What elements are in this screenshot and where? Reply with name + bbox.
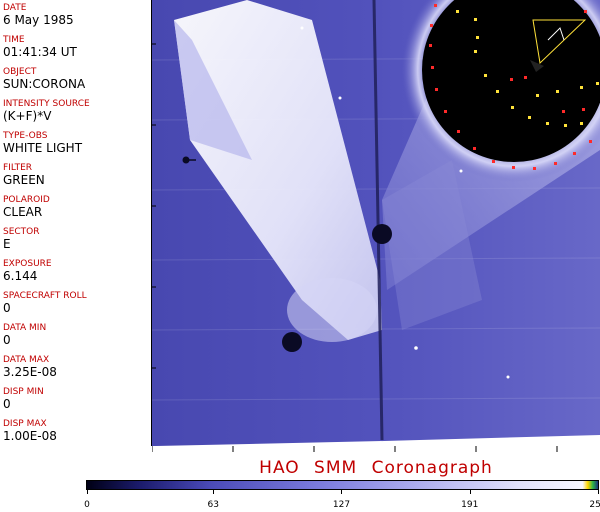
colorbar-tick-label: 127	[332, 500, 351, 510]
metadata-field: SECTOR E	[3, 227, 149, 251]
metadata-label: DATE	[3, 3, 27, 13]
metadata-value: CLEAR	[3, 205, 43, 219]
metadata-field: FILTER GREEN	[3, 163, 149, 187]
metadata-label: EXPOSURE	[3, 259, 52, 269]
colorbar-tickmark	[213, 490, 215, 494]
metadata-value: 3.25E-08	[3, 365, 57, 379]
metadata-label: DISP MAX	[3, 419, 47, 429]
colorbar	[86, 480, 599, 490]
metadata-value: 6.144	[3, 269, 38, 283]
metadata-field: INTENSITY SOURCE (K+F)*V	[3, 99, 149, 123]
metadata-label: OBJECT	[3, 67, 37, 77]
colorbar-tick-label: 255	[589, 500, 600, 510]
metadata-label: POLAROID	[3, 195, 50, 205]
colorbar-tick-label: 0	[84, 500, 90, 510]
image-bottom-axis	[152, 446, 558, 452]
dust-spot-large	[372, 224, 392, 244]
metadata-label: SPACECRAFT ROLL	[3, 291, 87, 301]
metadata-label: SECTOR	[3, 227, 40, 237]
coronagraph-image	[152, 0, 600, 446]
metadata-label: DISP MIN	[3, 387, 44, 397]
colorbar-tickmark	[598, 490, 599, 494]
metadata-value: 1.00E-08	[3, 429, 57, 443]
metadata-label: TIME	[3, 35, 25, 45]
metadata-field: SPACECRAFT ROLL 0	[3, 291, 149, 315]
metadata-field: OBJECT SUN:CORONA	[3, 67, 149, 91]
metadata-label: DATA MIN	[3, 323, 47, 333]
colorbar-tick-label: 63	[207, 500, 219, 510]
metadata-value: 0	[3, 301, 11, 315]
metadata-value: 0	[3, 333, 11, 347]
metadata-panel: DATE 6 May 1985 TIME 01:41:34 UT OBJECT SUN:C…	[0, 0, 152, 446]
metadata-field: EXPOSURE 6.144	[3, 259, 149, 283]
metadata-value: E	[3, 237, 11, 251]
colorbar-tickmark	[469, 490, 471, 494]
colorbar-tick-label: 191	[461, 500, 479, 510]
caption: HAO SMM Coronagraph	[259, 458, 493, 478]
metadata-label: INTENSITY SOURCE	[3, 99, 90, 109]
metadata-field: DATA MAX 3.25E-08	[3, 355, 149, 379]
metadata-label: TYPE-OBS	[3, 131, 48, 141]
colorbar-tickmark	[341, 490, 343, 494]
metadata-value: SUN:CORONA	[3, 77, 86, 91]
metadata-field: DATA MIN 0	[3, 323, 149, 347]
metadata-label: FILTER	[3, 163, 33, 173]
colorbar-tickmark	[87, 490, 88, 494]
metadata-field: DISP MIN 0	[3, 387, 149, 411]
metadata-label: DATA MAX	[3, 355, 50, 365]
metadata-field: DATE 6 May 1985	[3, 3, 149, 27]
metadata-field: POLAROID CLEAR	[3, 195, 149, 219]
metadata-value: 01:41:34 UT	[3, 45, 77, 59]
dust-spot-large	[282, 332, 302, 352]
metadata-field: TIME 01:41:34 UT	[3, 35, 149, 59]
metadata-field: DISP MAX 1.00E-08	[3, 419, 149, 443]
metadata-field: TYPE-OBS WHITE LIGHT	[3, 131, 149, 155]
metadata-value: (K+F)*V	[3, 109, 52, 123]
metadata-value: WHITE LIGHT	[3, 141, 83, 155]
metadata-value: 6 May 1985	[3, 13, 74, 27]
metadata-value: 0	[3, 397, 11, 411]
metadata-value: GREEN	[3, 173, 45, 187]
